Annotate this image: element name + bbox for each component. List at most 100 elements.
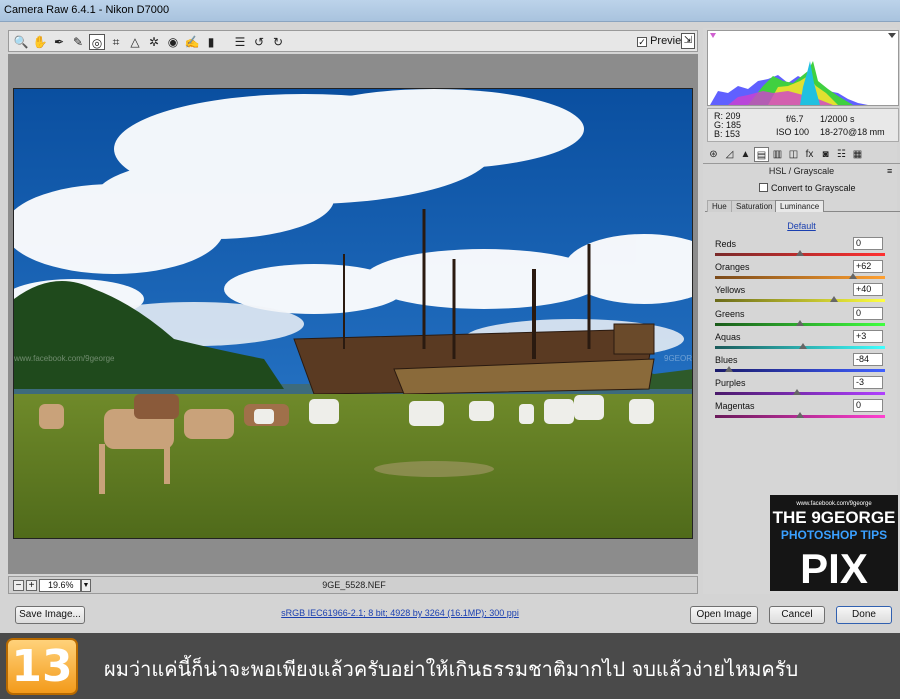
split-toning-tab-icon[interactable]: ▥ <box>770 147 785 162</box>
adjustment-brush-icon[interactable]: ✍ <box>184 34 200 50</box>
logo-line3: PIX <box>800 545 868 591</box>
slider-thumb[interactable] <box>796 412 804 419</box>
preview-image[interactable]: www.facebook.com/9george 9GEORGE <box>13 88 693 539</box>
cancel-button[interactable]: Cancel <box>769 606 825 624</box>
logo-line2: PHOTOSHOP TIPS <box>781 528 887 542</box>
slider-label: Reds <box>715 239 737 249</box>
basic-tab-icon[interactable]: ⊛ <box>706 147 721 162</box>
slider-thumb[interactable] <box>793 389 802 396</box>
9george-photoshop-tips-logo: www.facebook.com/9george THE 9GEORGE PHO… <box>770 495 898 592</box>
histogram <box>707 30 899 106</box>
slider-aquas: Aquas +3 <box>713 329 888 355</box>
slider-thumb[interactable] <box>796 250 804 256</box>
targeted-adjustment-tool-icon[interactable]: ◎ <box>89 34 105 50</box>
tone-curve-tab-icon[interactable]: ◿ <box>722 147 737 162</box>
crop-tool-icon[interactable]: ⌗ <box>108 34 124 50</box>
hand-tool-icon[interactable]: ✋ <box>32 34 48 50</box>
slider-track[interactable] <box>715 276 885 280</box>
readout-b: B: 153 <box>714 129 741 139</box>
logo-graphic: www.facebook.com/9george THE 9GEORGE PHO… <box>770 495 898 592</box>
convert-grayscale-toggle[interactable]: Convert to Grayscale <box>759 183 856 193</box>
step-badge: 13 <box>6 638 78 695</box>
slider-yellows: Yellows +40 <box>713 283 888 308</box>
panel-title: HSL / Grayscale <box>768 166 835 176</box>
effects-tab-icon[interactable]: fx <box>802 147 817 162</box>
slider-thumb[interactable] <box>848 273 857 280</box>
zoom-tool-icon[interactable]: 🔍 <box>13 34 29 50</box>
color-sampler-tool-icon[interactable]: ✎ <box>70 34 86 50</box>
tab-luminance[interactable]: Luminance <box>775 200 825 212</box>
aperture: f/6.7 <box>786 114 804 124</box>
iso: ISO 100 <box>776 127 810 137</box>
open-image-button[interactable]: Open Image <box>690 606 758 624</box>
svg-text:www.facebook.com/9george: www.facebook.com/9george <box>14 354 115 363</box>
slider-label: Blues <box>715 355 738 365</box>
red-eye-tool-icon[interactable]: ◉ <box>165 34 181 50</box>
lens: 18-270@18 mm <box>820 127 885 137</box>
panel-tab-icons: ⊛ ◿ ▲ ▤ ▥ ◫ fx ◙ ☷ ▦ <box>703 146 900 164</box>
shutter-speed: 1/2000 s <box>820 114 855 124</box>
save-image-button[interactable]: Save Image... <box>15 606 85 624</box>
slider-label: Yellows <box>715 285 746 296</box>
camera-calibration-tab-icon[interactable]: ◙ <box>818 147 833 162</box>
hsl-subtabs: Hue Saturation Luminance <box>705 200 900 212</box>
tutorial-banner: 13 ผมว่าแค่นี้ก็น่าจะพอเพียงแล้วครับอย่า… <box>0 633 900 699</box>
straighten-tool-icon[interactable]: △ <box>127 34 143 50</box>
convert-grayscale-checkbox[interactable] <box>759 183 768 192</box>
slider-magentas: Magentas 0 <box>713 399 888 424</box>
slider-value-field[interactable]: -84 <box>853 353 883 366</box>
slider-thumb[interactable] <box>830 296 838 303</box>
status-bar: − + 19.6% ▼ 9GE_5528.NEF <box>8 576 698 594</box>
detail-tab-icon[interactable]: ▲ <box>738 147 753 162</box>
slider-label: Oranges <box>715 262 750 273</box>
step-number: 13 <box>11 641 73 692</box>
slider-thumb[interactable] <box>724 366 733 372</box>
slider-thumb[interactable] <box>796 319 804 326</box>
slider-value-field[interactable]: 0 <box>853 237 883 250</box>
lens-corrections-tab-icon[interactable]: ◫ <box>786 147 801 162</box>
logo-line1: THE 9GEORGE <box>773 508 896 527</box>
slider-value-field[interactable]: 0 <box>853 306 883 320</box>
histogram-graph <box>708 31 898 105</box>
default-link[interactable]: Default <box>703 221 900 231</box>
cattle-ship-photo: www.facebook.com/9george 9GEORGE <box>14 89 692 538</box>
camera-raw-window: Camera Raw 6.4.1 - Nikon D7000 🔍 ✋ ✒ ✎ ◎ ⌗ △ ✲ ◉… <box>0 0 900 633</box>
white-balance-tool-icon[interactable]: ✒ <box>51 34 67 50</box>
workflow-options-link[interactable]: sRGB IEC61966-2.1; 8 bit; 4928 by 3264 (… <box>200 608 600 618</box>
rotate-right-icon[interactable]: ↻ <box>270 34 286 50</box>
preview-checkbox[interactable]: ✓ <box>637 37 647 47</box>
presets-tab-icon[interactable]: ☷ <box>834 147 849 162</box>
slider-label: Greens <box>715 308 745 319</box>
fullscreen-button[interactable]: ⇲ <box>681 33 695 49</box>
convert-grayscale-label: Convert to Grayscale <box>771 183 856 193</box>
bottom-bar: Save Image... sRGB IEC61966-2.1; 8 bit; … <box>0 598 900 633</box>
preview-canvas[interactable]: www.facebook.com/9george 9GEORGE <box>8 54 698 574</box>
slider-track[interactable] <box>715 369 885 372</box>
logo-url: www.facebook.com/9george <box>795 501 872 507</box>
slider-value-field[interactable]: -3 <box>853 376 883 390</box>
snapshots-tab-icon[interactable]: ▦ <box>850 147 865 162</box>
window-title: Camera Raw 6.4.1 - Nikon D7000 <box>4 4 170 16</box>
slider-value-field[interactable]: +3 <box>853 329 883 343</box>
slider-value-field[interactable]: +40 <box>853 283 883 297</box>
tab-hue[interactable]: Hue <box>707 200 732 212</box>
rgb-exif-readout: R: 209 G: 185 B: 153 f/6.7 1/2000 s ISO … <box>707 108 899 142</box>
tutorial-caption: ผมว่าแค่นี้ก็น่าจะพอเพียงแล้วครับอย่าให้… <box>104 657 799 681</box>
panel-menu-icon[interactable]: ≡ <box>887 166 892 176</box>
tab-saturation[interactable]: Saturation <box>731 200 778 212</box>
hsl-tab-icon[interactable]: ▤ <box>754 147 769 162</box>
done-button[interactable]: Done <box>836 606 892 624</box>
rotate-left-icon[interactable]: ↺ <box>251 34 267 50</box>
slider-track[interactable] <box>715 299 885 303</box>
title-bar: Camera Raw 6.4.1 - Nikon D7000 <box>0 0 900 22</box>
slider-greens: Greens 0 <box>713 306 888 332</box>
preferences-icon[interactable]: ☰ <box>232 34 248 50</box>
slider-value-field[interactable]: +62 <box>853 260 883 274</box>
graduated-filter-icon[interactable]: ▮ <box>203 34 219 50</box>
slider-thumb[interactable] <box>798 342 807 349</box>
file-name: 9GE_5528.NEF <box>322 580 386 590</box>
toolbar: 🔍 ✋ ✒ ✎ ◎ ⌗ △ ✲ ◉ ✍ ▮ ☰ ↺ ↻ ✓ Preview ⇲ <box>8 30 698 52</box>
spot-removal-tool-icon[interactable]: ✲ <box>146 34 162 50</box>
slider-value-field[interactable]: 0 <box>853 399 883 413</box>
slider-oranges: Oranges +62 <box>713 260 888 285</box>
